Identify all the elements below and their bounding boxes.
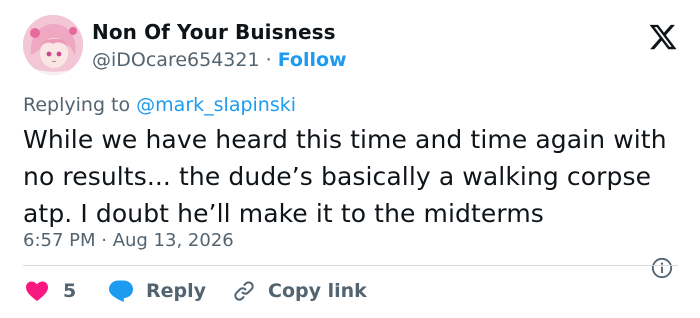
reply-bubble-icon [109,280,133,302]
replying-to-line: Replying to @mark_slapinski [23,94,296,116]
avatar[interactable] [23,15,83,75]
handle-separator: · [265,49,272,71]
reply-label: Reply [146,280,207,302]
tweet-timestamp[interactable]: 6:57 PM · Aug 13, 2026 [23,230,234,251]
author-name[interactable]: Non Of Your Buisness [92,20,336,44]
tweet-text: While we have heard this time and time a… [23,125,667,228]
divider [23,265,678,266]
reply-button[interactable]: Reply [108,276,206,306]
replying-prefix: Replying to [23,94,131,116]
like-count: 5 [63,280,77,302]
info-icon[interactable] [651,257,673,279]
replying-mention-link[interactable]: @mark_slapinski [136,94,296,116]
avatar-anime-girl-image [23,15,83,75]
author-handle[interactable]: @iDOcare654321 [92,49,260,71]
author-handle-row: @iDOcare654321 · Follow [92,49,347,71]
link-chain-icon [234,281,254,301]
x-logo-icon[interactable] [648,22,678,52]
like-button[interactable]: 5 [25,276,76,306]
copy-link-button[interactable]: Copy link [232,276,367,306]
follow-button[interactable]: Follow [278,49,347,71]
heart-icon [26,281,48,301]
copy-link-label: Copy link [268,280,367,302]
